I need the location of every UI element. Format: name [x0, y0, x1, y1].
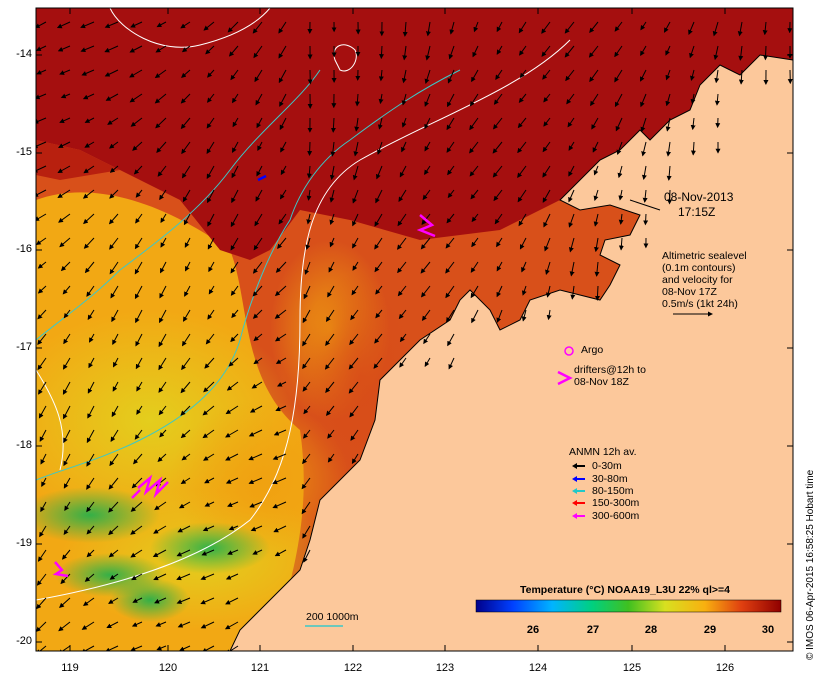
anmn-legend-item: 0-30m	[592, 460, 622, 472]
anmn-legend-item: 80-150m	[592, 485, 633, 497]
altimetry-note-line: Altimetric sealevel	[662, 250, 747, 262]
velocity-arrow	[645, 214, 646, 224]
colorbar-title: Temperature (°C) NOAA19_L3U 22% ql>=4	[520, 584, 730, 596]
credit-line: © IMOS 06-Apr-2015 16:58:25 Hobart time	[805, 470, 816, 660]
velocity-arrow	[310, 142, 311, 155]
argo-label: Argo	[581, 344, 603, 356]
x-tick-label: 119	[50, 662, 90, 674]
date-label: 08-Nov-2013	[664, 190, 733, 204]
colorbar-tick: 28	[636, 624, 666, 636]
drifters-label-line: 08-Nov 18Z	[574, 376, 646, 388]
y-tick-label: -17	[4, 341, 32, 353]
anmn-legend-item: 30-80m	[592, 473, 628, 485]
altimetry-note: Altimetric sealevel (0.1m contours) and …	[662, 250, 747, 310]
x-tick-label: 125	[612, 662, 652, 674]
anmn-legend-title: ANMN 12h av.	[569, 446, 637, 458]
x-tick-label: 120	[148, 662, 188, 674]
anmn-legend-item: 150-300m	[592, 497, 639, 509]
drifters-label-line: drifters@12h to	[574, 364, 646, 376]
velocity-arrow	[765, 46, 766, 59]
y-tick-label: -18	[4, 439, 32, 451]
altimetry-note-line: 08-Nov 17Z	[662, 286, 747, 298]
drifters-label: drifters@12h to 08-Nov 18Z	[574, 364, 646, 388]
colorbar-tick: 26	[518, 624, 548, 636]
anmn-legend-item: 300-600m	[592, 510, 639, 522]
altimetry-note-line: (0.1m contours)	[662, 262, 747, 274]
map-canvas	[0, 0, 820, 680]
isobath-legend-label: 200 1000m	[306, 611, 359, 623]
altimetry-note-line: 0.5m/s (1kt 24h)	[662, 298, 747, 310]
y-tick-label: -16	[4, 243, 32, 255]
velocity-arrow	[381, 46, 382, 58]
colorbar-tick: 29	[695, 624, 725, 636]
y-tick-label: -15	[4, 146, 32, 158]
x-tick-label: 123	[425, 662, 465, 674]
colorbar-tick: 27	[578, 624, 608, 636]
altimetry-note-line: and velocity for	[662, 274, 747, 286]
colorbar	[476, 600, 781, 612]
map-plot-area	[0, 8, 793, 654]
x-tick-label: 122	[333, 662, 373, 674]
x-tick-label: 121	[240, 662, 280, 674]
y-tick-label: -19	[4, 537, 32, 549]
velocity-arrow	[597, 286, 598, 300]
y-tick-label: -20	[4, 635, 32, 647]
x-tick-label: 126	[705, 662, 745, 674]
map-figure: -14 -15 -16 -17 -18 -19 -20 119 120 121 …	[0, 0, 820, 680]
x-tick-label: 124	[518, 662, 558, 674]
y-tick-label: -14	[4, 48, 32, 60]
time-label: 17:15Z	[678, 205, 715, 219]
sst-cold-patch-4	[110, 578, 190, 622]
colorbar-tick: 30	[753, 624, 783, 636]
